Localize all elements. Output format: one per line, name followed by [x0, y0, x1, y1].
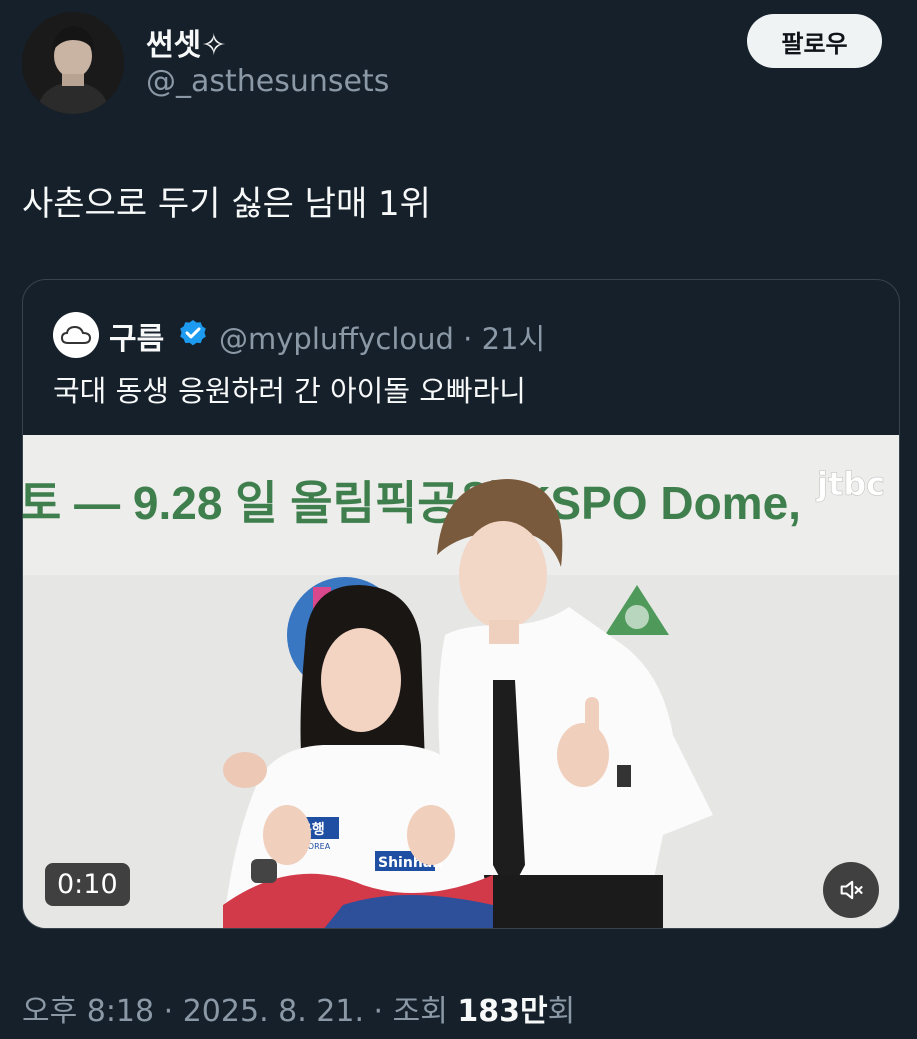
profile-photo-icon: [22, 12, 124, 114]
video-duration: 0:10: [45, 863, 130, 906]
quoted-tweet-card[interactable]: 구름 @mypluffycloud · 21시 국대 동생 응원하러 간 아이돌…: [22, 279, 900, 929]
mute-icon: [840, 880, 863, 900]
views-label: 조회: [392, 994, 458, 1029]
quote-handle[interactable]: @mypluffycloud: [219, 322, 454, 356]
quote-meta: @mypluffycloud · 21시: [219, 316, 545, 358]
author-display-name[interactable]: 썬셋✧: [146, 20, 226, 64]
mute-button[interactable]: [823, 862, 879, 918]
tweet-meta: 오후 8:18 · 2025. 8. 21. · 조회 183만회: [22, 986, 575, 1030]
meta-separator: ·: [154, 994, 183, 1029]
verified-badge-icon: [180, 320, 206, 346]
quote-avatar[interactable]: [53, 312, 99, 358]
banner-text: 토 — 9.28 일 올림픽공원(KSPO Dome,: [23, 477, 801, 529]
meta-separator: ·: [364, 994, 393, 1029]
follow-button[interactable]: 팔로우: [747, 14, 882, 68]
quote-text: 국대 동생 응원하러 간 아이돌 오빠라니: [53, 374, 526, 408]
views-count: 183만: [457, 994, 548, 1029]
jtbc-watermark: jtbc: [815, 465, 885, 503]
quote-display-name[interactable]: 구름: [109, 314, 164, 358]
tweet-time[interactable]: 오후 8:18: [22, 994, 154, 1029]
author-handle[interactable]: @_asthesunsets: [146, 64, 389, 99]
meta-separator: ·: [453, 322, 482, 356]
avatar[interactable]: [22, 12, 124, 114]
video-frame: 토 — 9.28 일 올림픽공원(KSPO Dome, jtbc 은행 KORE…: [23, 435, 899, 928]
tweet-date[interactable]: 2025. 8. 21.: [183, 994, 364, 1029]
cloud-icon: [61, 325, 91, 344]
views-suffix: 회: [547, 994, 576, 1029]
tweet-text: 사촌으로 두기 싫은 남매 1위: [22, 184, 431, 224]
quote-time[interactable]: 21시: [482, 322, 546, 356]
video-player[interactable]: 토 — 9.28 일 올림픽공원(KSPO Dome, jtbc 은행 KORE…: [23, 435, 899, 928]
